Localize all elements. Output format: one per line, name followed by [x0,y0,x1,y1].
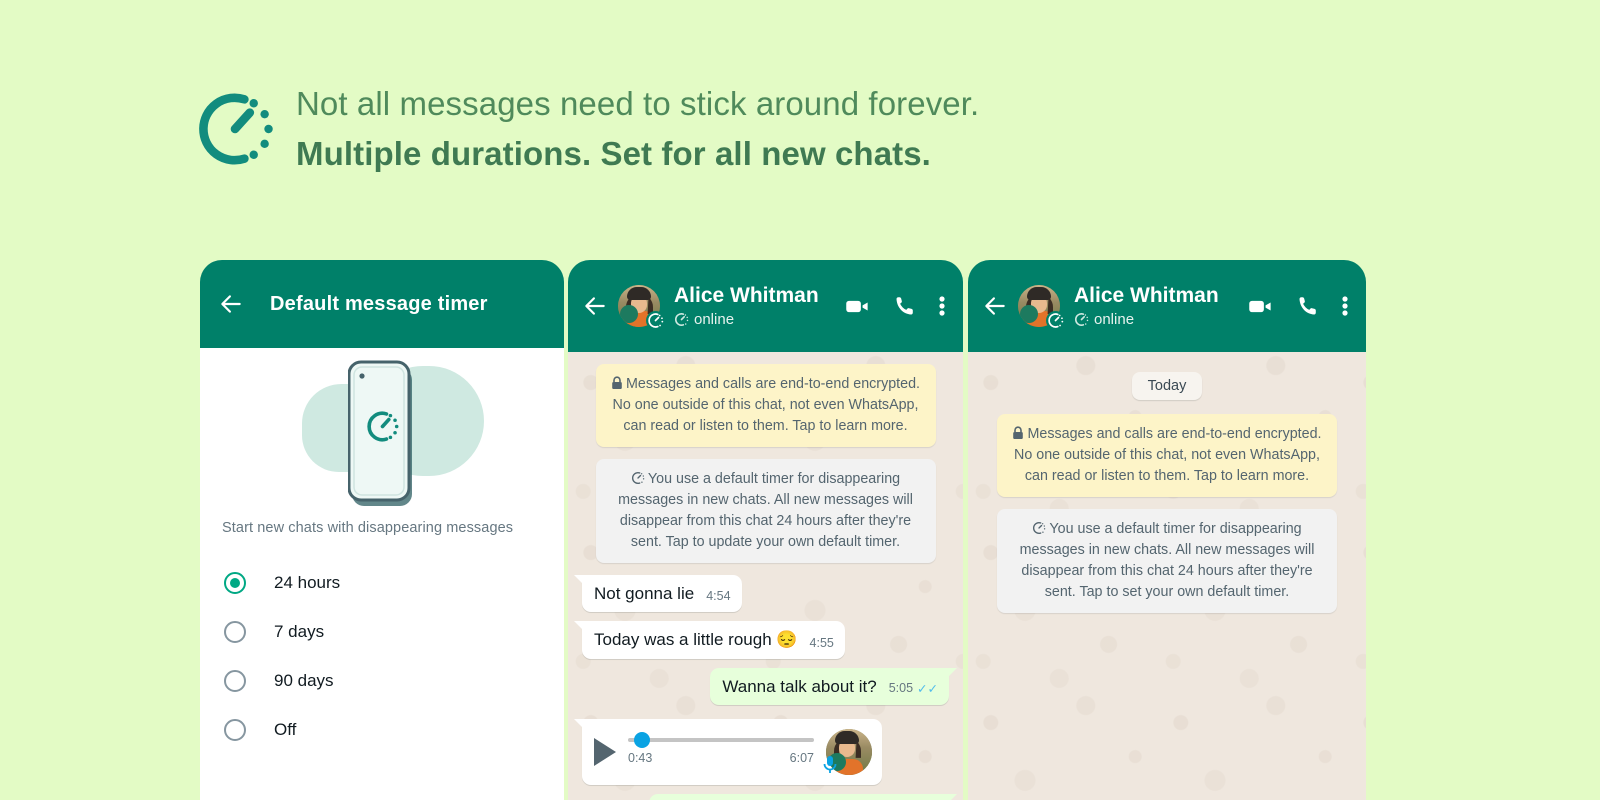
lock-icon [612,376,622,389]
message-text: Not gonna lie [594,584,695,604]
disappearing-timer-icon [675,312,689,326]
message-bubble-incoming[interactable]: Today was a little rough 😔 4:55 [574,621,845,659]
screenshot-stage: Not all messages need to stick around fo… [0,0,1600,800]
timer-option-label: Off [274,719,297,739]
device-frame-icon [348,360,412,506]
timer-notice[interactable]: You use a default timer for disappearing… [997,509,1337,614]
timer-option-off[interactable]: Off [200,705,564,754]
voice-duration: 6:07 [789,751,814,766]
chat-actions [844,293,949,320]
timer-notice[interactable]: You use a default timer for disappearing… [595,459,936,564]
voice-call-icon[interactable] [893,294,917,318]
section-label: Start new chats with disappearing messag… [222,520,514,536]
headline-line-1: Not all messages need to stick around fo… [296,85,980,122]
video-call-icon[interactable] [1247,293,1274,320]
radio-unselected-icon[interactable] [224,620,246,643]
disappearing-timer-icon [631,472,645,485]
message-bubble-outgoing[interactable]: Wanna talk about it? 5:05 ✓✓ [710,667,957,705]
encryption-notice[interactable]: Messages and calls are end-to-end encryp… [595,364,936,448]
chat-app-bar: Alice Whitman online [968,260,1366,352]
voice-message-outgoing[interactable] [649,793,957,800]
chat-actions [1247,293,1352,320]
message-row: Today was a little rough 😔 4:55 [574,621,949,659]
disappearing-timer-icon [1033,522,1046,535]
encryption-notice-text: Messages and calls are end-to-end encryp… [1014,426,1322,485]
timer-option-7-days[interactable]: 7 days [200,607,564,656]
back-arrow-icon[interactable] [582,293,608,319]
radio-selected-icon[interactable] [224,571,246,594]
timer-option-24-hours[interactable]: 24 hours [200,558,564,607]
presence-status: online [1094,310,1135,328]
phone-with-timer-illustration [200,348,564,520]
read-receipt-icon: ✓✓ [917,681,938,696]
microphone-icon [823,755,837,773]
message-meta: 4:55 [810,636,834,651]
chat-thread-middle: Messages and calls are end-to-end encryp… [568,352,963,800]
voice-call-icon[interactable] [1296,294,1320,318]
message-bubble-incoming[interactable]: Not gonna lie 4:54 [574,575,742,613]
encryption-notice[interactable]: Messages and calls are end-to-end encryp… [997,414,1337,498]
back-arrow-icon[interactable] [218,291,244,317]
disappearing-timer-icon [646,311,665,330]
contact-info[interactable]: Alice Whitman online [1074,284,1237,327]
contact-name: Alice Whitman [674,284,819,308]
encryption-notice-text: Messages and calls are end-to-end encryp… [612,376,921,435]
voice-message-row [582,793,957,800]
radio-unselected-icon[interactable] [224,718,246,741]
chat-app-bar: Alice Whitman online [568,260,963,352]
date-separator: Today [982,372,1352,400]
radio-unselected-icon[interactable] [224,669,246,692]
disappearing-timer-icon [1046,311,1065,330]
voice-times: 0:43 6:07 [628,751,814,765]
settings-content: Start new chats with disappearing messag… [200,348,564,800]
disappearing-timer-icon [1075,312,1089,326]
message-meta: 5:05 ✓✓ [889,681,938,697]
message-time: 4:55 [809,635,834,650]
headline-line-2: Multiple durations. Set for all new chat… [296,135,931,173]
presence-status: online [694,310,735,328]
chat-thread-right: Today Messages and calls are end-to-end … [968,352,1366,800]
date-chip: Today [1131,372,1203,400]
voice-elapsed: 0:43 [628,751,653,766]
timer-notice-text: You use a default timer for disappearing… [1019,521,1315,601]
message-time: 4:54 [706,589,731,604]
lock-icon [1013,426,1024,439]
avatar[interactable] [1018,285,1065,330]
settings-app-bar: Default message timer [200,260,564,348]
message-row: Not gonna lie 4:54 [574,575,949,613]
timer-option-90-days[interactable]: 90 days [200,656,564,705]
timer-option-label: 7 days [274,621,325,641]
timer-notice-text: You use a default timer for disappearing… [618,471,913,551]
overflow-menu-icon[interactable] [1342,294,1348,318]
timer-option-label: 90 days [274,670,334,690]
page-title: Default message timer [270,292,488,315]
voice-progress[interactable]: 0:43 6:07 [628,732,814,765]
back-arrow-icon[interactable] [982,293,1008,319]
avatar[interactable] [618,285,665,330]
avatar[interactable] [823,728,872,775]
overflow-menu-icon[interactable] [939,294,945,318]
voice-message-incoming[interactable]: 0:43 6:07 [574,718,882,785]
presence-row: online [1074,311,1237,328]
timer-option-label: 24 hours [274,572,341,592]
message-meta: 4:54 [706,589,730,604]
presence-row: online [674,311,834,328]
message-time: 5:05 [888,681,914,696]
contact-info[interactable]: Alice Whitman online [674,284,834,327]
message-text: Today was a little rough 😔 [594,630,798,650]
play-icon[interactable] [594,737,616,766]
disappearing-timer-icon [199,93,273,165]
voice-track[interactable] [628,732,814,749]
message-text: Wanna talk about it? [722,676,877,696]
video-call-icon[interactable] [844,293,871,320]
default-message-timer-screen: Default message timer Start new chats wi… [200,260,564,800]
voice-message-row: 0:43 6:07 [574,718,949,785]
headline-banner: Not all messages need to stick around fo… [196,78,979,176]
chat-screen-right: Alice Whitman online Today Messages and … [968,260,1366,800]
contact-name: Alice Whitman [1074,284,1219,308]
timer-options-list: 24 hours 7 days 90 days Off [200,558,564,754]
chat-screen-middle: Alice Whitman online Messages and calls … [568,260,963,800]
message-row: Wanna talk about it? 5:05 ✓✓ [582,667,957,705]
voice-knob[interactable] [633,732,650,749]
